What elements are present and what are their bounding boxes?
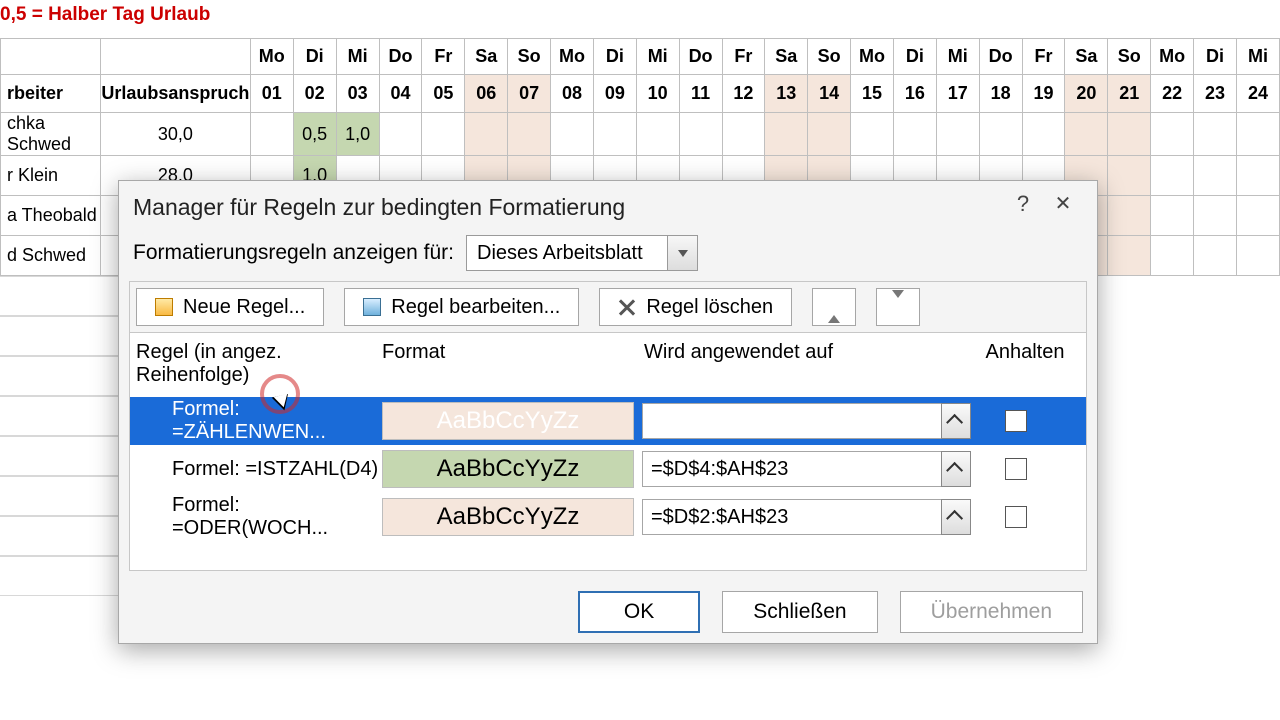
edit-rule-button[interactable]: Regel bearbeiten... xyxy=(344,288,579,326)
range-picker-icon[interactable] xyxy=(941,451,971,487)
rule-row[interactable]: Formel: =ODER(WOCH... AaBbCcYyZz =$D$2:$… xyxy=(130,493,1086,541)
col-format-header: Format xyxy=(382,341,644,387)
show-for-select[interactable]: Dieses Arbeitsblatt xyxy=(466,235,698,271)
rule-formula: Formel: =ODER(WOCH... xyxy=(136,494,382,540)
range-picker-icon[interactable] xyxy=(941,499,971,535)
col-applies-header: Wird angewendet auf xyxy=(644,341,980,387)
stop-checkbox[interactable] xyxy=(1005,506,1027,528)
col-rule-header: Regel (in angez. Reihenfolge) xyxy=(136,341,382,387)
rules-list: Regel (in angez. Reihenfolge) Format Wir… xyxy=(129,333,1087,571)
rule-row[interactable]: Formel: =ISTZAHL(D4) AaBbCcYyZz =$D$4:$A… xyxy=(130,445,1086,493)
move-up-button[interactable] xyxy=(812,288,856,326)
applies-to-input[interactable]: =$D$4:$AH$23 xyxy=(642,451,942,487)
new-rule-icon xyxy=(155,298,173,316)
col-stop-header: Anhalten xyxy=(980,341,1070,387)
format-preview: AaBbCcYyZz xyxy=(382,402,634,440)
rules-toolbar: Neue Regel... Regel bearbeiten... Regel … xyxy=(129,281,1087,333)
rule-row[interactable]: Formel: =ZÄHLENWEN... AaBbCcYyZz =$D$2:$… xyxy=(130,397,1086,445)
chevron-down-icon xyxy=(667,236,697,270)
legend-text: 0,5 = Halber Tag Urlaub xyxy=(0,0,1280,38)
rule-formula: Formel: =ISTZAHL(D4) xyxy=(136,458,382,481)
ok-button[interactable]: OK xyxy=(578,591,700,633)
show-for-label: Formatierungsregeln anzeigen für: xyxy=(133,241,454,265)
range-picker-icon[interactable] xyxy=(941,403,971,439)
show-for-value: Dieses Arbeitsblatt xyxy=(477,242,643,265)
format-preview: AaBbCcYyZz xyxy=(382,498,634,536)
new-rule-button[interactable]: Neue Regel... xyxy=(136,288,324,326)
edit-rule-icon xyxy=(363,298,381,316)
close-button[interactable]: Schließen xyxy=(722,591,877,633)
stop-checkbox[interactable] xyxy=(1005,410,1027,432)
delete-rule-icon xyxy=(618,298,636,316)
applies-to-input[interactable]: =$D$2:$AH$23 xyxy=(642,403,942,439)
applies-to-input[interactable]: =$D$2:$AH$23 xyxy=(642,499,942,535)
stop-checkbox[interactable] xyxy=(1005,458,1027,480)
help-icon[interactable]: ? xyxy=(1003,191,1043,223)
move-down-button[interactable] xyxy=(876,288,920,326)
close-icon[interactable]: ✕ xyxy=(1043,191,1083,223)
delete-rule-button[interactable]: Regel löschen xyxy=(599,288,792,326)
rule-formula: Formel: =ZÄHLENWEN... xyxy=(136,398,382,444)
dialog-title: Manager für Regeln zur bedingten Formati… xyxy=(133,194,1003,221)
cf-rules-manager-dialog: Manager für Regeln zur bedingten Formati… xyxy=(118,180,1098,644)
apply-button[interactable]: Übernehmen xyxy=(900,591,1083,633)
format-preview: AaBbCcYyZz xyxy=(382,450,634,488)
